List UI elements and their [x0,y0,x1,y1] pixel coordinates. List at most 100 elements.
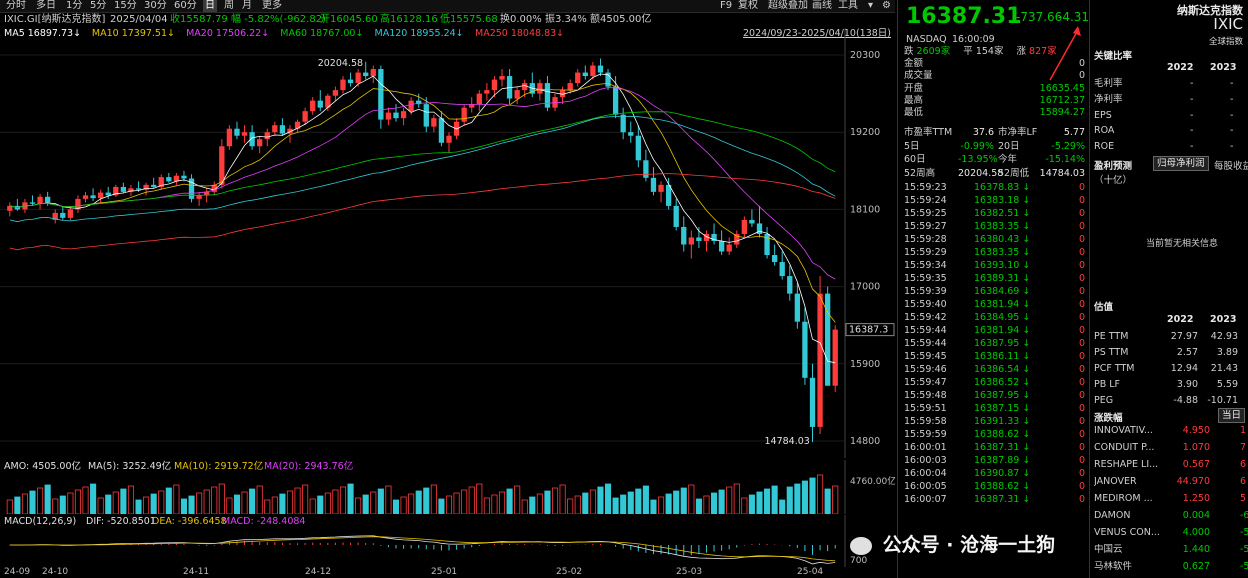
tick-price: 16387.95 ↓ [974,338,1031,349]
tick-time: 15:59:29 [904,247,947,258]
ratio-label-1: 5日 [904,140,920,152]
volume-bar [408,493,415,514]
tick-volume: 0 [1078,299,1085,310]
tab-15min[interactable]: 15分 [114,0,137,12]
volume-bar [756,491,763,514]
tick-price: 16387.31 ↓ [974,442,1031,453]
candle [673,205,679,227]
net-profit-button[interactable]: 归母净利润 [1153,156,1209,171]
candle [355,72,361,84]
key-ratio-2023: - [1230,78,1234,89]
key-ratio-2023: - [1230,125,1234,137]
tick-row: 15:59:48 16387.95 ↓ 0 [904,390,1085,402]
tick-time: 15:59:51 [904,403,947,414]
mover-price: 4.950 [1182,425,1210,436]
tick-time: 16:00:07 [904,494,947,505]
stat-value: 16712.37 [1039,94,1085,106]
tick-time: 15:59:24 [904,195,947,206]
volume-bar [112,491,119,514]
tick-row: 15:59:35 16389.31 ↓ 0 [904,273,1085,285]
key-ratio-2022: - [1190,93,1194,105]
candle [98,192,104,199]
tick-volume: 0 [1078,338,1085,349]
vol-ma20-label: MA(20): 2943.76亿 [264,460,353,472]
candle [332,90,339,96]
tab-5min[interactable]: 5分 [90,0,106,12]
tab-60min[interactable]: 60分 [174,0,197,12]
candle [658,184,664,192]
mover-row: CONDUIT P... 1.070 7 [1094,442,1246,454]
tick-price: 16386.11 ↓ [974,351,1031,362]
tools-button[interactable]: 工具 [838,0,858,12]
tick-row: 15:59:46 16386.54 ↓ 0 [904,364,1085,376]
breadth-up-label: 涨 [1016,46,1026,57]
stat-label: 开盘 [904,82,924,94]
x-tick-label: 25-03 [676,567,703,577]
settings-icon[interactable]: ⚙ [882,0,891,12]
valuation-label: PE TTM [1094,331,1129,342]
y-tick-label: 15900 [850,359,880,370]
tab-30min[interactable]: 30分 [144,0,167,12]
candle [196,195,202,199]
tab-monthly[interactable]: 月 [242,0,252,12]
candle [567,83,573,91]
volume-bar [241,491,248,514]
mover-pct: -5 [1240,561,1248,572]
mover-pct: 1 [1240,425,1247,436]
volume-bar [37,487,44,514]
ratio-value-2: 14784.03 [1039,167,1085,179]
tab-weekly[interactable]: 周 [224,0,234,12]
volume-bar [567,498,574,514]
draw-line-button[interactable]: 画线 [812,0,832,12]
overlay-button[interactable]: 超级叠加 [768,0,808,12]
key-ratio-year-0: 2022 [1167,62,1194,73]
volume-bar [29,490,36,514]
volume-bar [143,496,150,514]
tab-daily[interactable]: 日 [203,0,217,12]
volume-bar [703,495,710,514]
mover-row: 马林软件 0.627 -5 [1094,561,1248,573]
adjust-button[interactable]: 复权 [738,0,758,12]
bar-amount: 额4505.00亿 [590,14,652,25]
watermark-text: 公众号 · 沧海一土狗 [882,534,1056,556]
volume-bar [97,497,104,514]
tab-1min[interactable]: 1分 [66,0,82,12]
collapse-icon[interactable]: ▾ [868,0,873,12]
volume-chart[interactable]: AMO: 4505.00亿 MA(5): 3252.49亿 MA(10): 2919… [0,460,895,514]
candle [82,195,89,199]
f9-button[interactable]: F9 [720,0,732,12]
candle [643,160,649,178]
tick-price: 16388.62 ↓ [974,481,1031,492]
macd-chart[interactable]: MACD(12,26,9) DIF: -520.8501DEA: -396.645… [0,515,895,567]
eps-forecast-tab[interactable]: 每股收益 [1214,158,1248,172]
key-ratio-label: 毛利率 [1094,78,1123,89]
volume-bar [710,492,718,514]
candle [787,276,793,294]
ratio-label-2: 52周低 [998,167,1030,179]
tab-intraday[interactable]: 分时 [6,0,26,12]
tick-row: 15:59:45 16386.11 ↓ 0 [904,351,1085,363]
tick-volume: 0 [1078,247,1085,258]
tab-more[interactable]: 更多 [262,0,282,12]
tick-volume: 0 [1078,351,1085,362]
candle [620,114,626,133]
candle [272,125,278,133]
vol-amo-label: AMO: 4505.00亿 [4,460,81,472]
valuation-label: PS TTM [1094,347,1129,358]
volume-bar [158,490,165,514]
candlestick-chart[interactable]: 20300 19200 18100 17000 15900 14800 20204.58 14… [0,28,895,458]
volume-bar [718,489,725,514]
valuation-2022: 12.94 [1170,363,1198,374]
mover-pct: 6 [1240,459,1247,470]
volume-bar [612,497,619,514]
volume-bar [597,486,604,514]
candle [423,104,429,127]
x-tick-label: 24-09 [4,567,31,577]
valuation-2023: 21.43 [1210,363,1238,374]
volume-bar [256,485,263,514]
candle [166,177,172,182]
tab-multiday[interactable]: 多日 [36,0,56,12]
stat-row: 开盘 16635.45 [904,83,1085,95]
tick-time: 15:59:42 [904,312,947,323]
today-button[interactable]: 当日 [1218,408,1246,423]
